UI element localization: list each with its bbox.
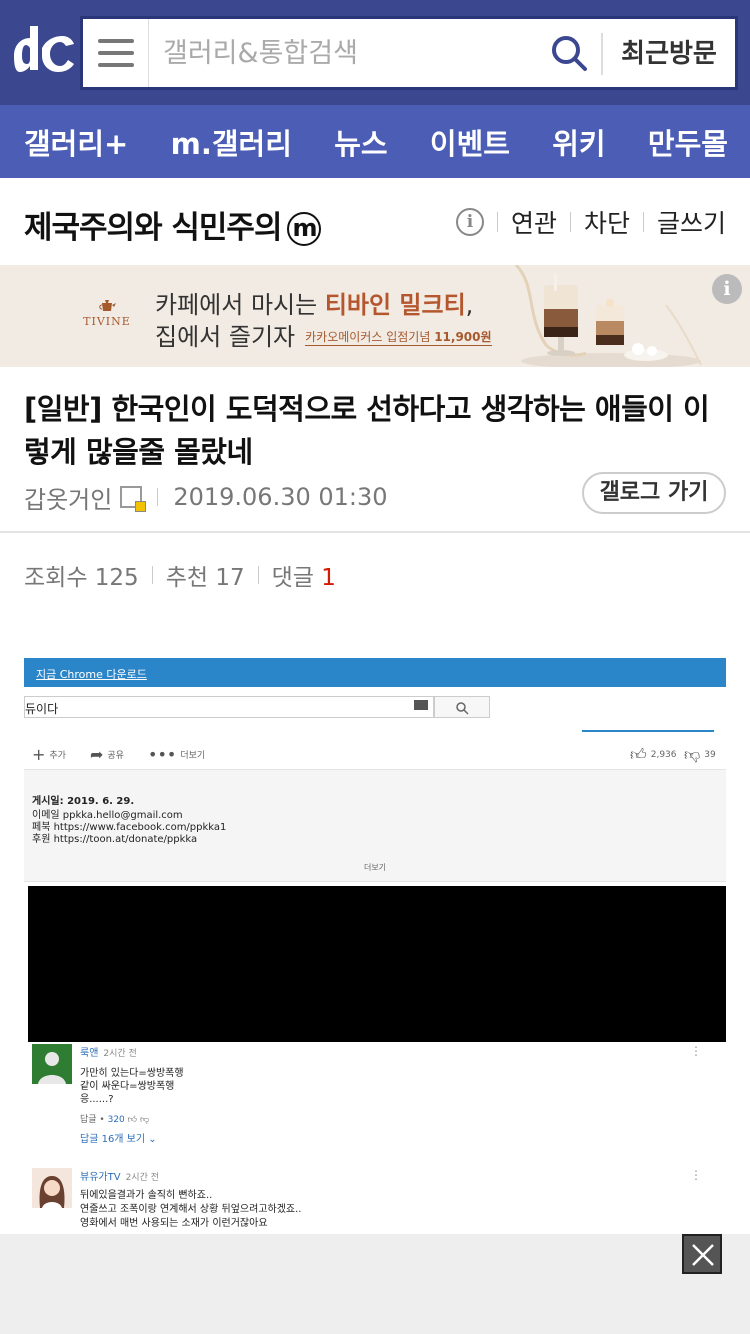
comment-author: 룩앤 2시간 전 bbox=[80, 1048, 137, 1059]
more-vert-icon: ⋮ bbox=[690, 1168, 702, 1182]
search-box: 최근방문 bbox=[80, 16, 738, 90]
description-more: 더보기 bbox=[363, 863, 387, 872]
close-icon[interactable] bbox=[682, 1234, 722, 1274]
donate-line: 후원 https://toon.at/donate/ppkka bbox=[32, 834, 198, 845]
post-image: 지금 Chrome 다운로드 듀이다 + 추가 ➦ 공유 ••• 더보기 👍︎ 2,93… bbox=[24, 658, 726, 1234]
gallery-header: 제국주의와 식민주의 m i 연관 차단 글쓰기 bbox=[0, 178, 750, 266]
post-title: [일반] 한국인이 도덕적으로 선하다고 생각하는 애들이 이렇게 많을줄 몰랐… bbox=[24, 392, 710, 469]
search-icon bbox=[456, 702, 469, 715]
top-bar: 최근방문 bbox=[0, 0, 750, 105]
embedded-search-field: 듀이다 bbox=[24, 696, 434, 718]
divider bbox=[157, 488, 159, 506]
main-nav: 갤러리+ m.갤러리 뉴스 이벤트 위키 만두몰 bbox=[0, 105, 750, 178]
like-count: 👍︎ 2,936 bbox=[630, 745, 677, 764]
avatar bbox=[32, 1044, 72, 1084]
info-icon[interactable]: i bbox=[455, 208, 484, 236]
post-meta: 갑옷거인 2019.06.30 01:30 bbox=[24, 480, 388, 514]
ad-subline: 집에서 즐기자 카카오메이커스 입점기념 11,900원 bbox=[155, 323, 492, 351]
view-count: 조회수 125 bbox=[24, 565, 139, 591]
minor-gallery-badge: m bbox=[287, 212, 322, 246]
avatar bbox=[32, 1168, 72, 1208]
embedded-search-button bbox=[434, 696, 490, 718]
divider bbox=[257, 566, 259, 584]
menu-icon[interactable] bbox=[83, 19, 149, 87]
divider bbox=[151, 566, 153, 584]
nav-news[interactable]: 뉴스 bbox=[334, 121, 387, 163]
posted-date: 게시일: 2019. 6. 29. bbox=[32, 796, 135, 807]
post-date: 2019.06.30 01:30 bbox=[173, 483, 388, 511]
divider bbox=[569, 212, 571, 232]
divider bbox=[496, 212, 498, 232]
comment-count[interactable]: 댓글 1 bbox=[272, 558, 336, 592]
ad-info-icon[interactable]: i bbox=[712, 274, 742, 304]
write-link[interactable]: 글쓰기 bbox=[657, 204, 726, 240]
search-input[interactable] bbox=[163, 33, 543, 73]
comment-author: 뷰유가TV 2시간 전 bbox=[80, 1172, 159, 1183]
divider bbox=[642, 212, 644, 232]
nav-mandumall[interactable]: 만두몰 bbox=[648, 121, 728, 163]
share-icon: ➦ bbox=[90, 745, 104, 764]
thumb-down-icon: 👎︎ bbox=[684, 745, 701, 764]
more-vert-icon: ⋮ bbox=[690, 1044, 702, 1058]
fixed-nick-icon bbox=[120, 486, 147, 512]
bottom-ad-area[interactable] bbox=[0, 1234, 750, 1334]
ad-headline: 카페에서 마시는 티바인 밀크티, bbox=[155, 291, 474, 319]
header-divider bbox=[0, 531, 750, 533]
thumb-icons: 👍︎ 👎︎ bbox=[127, 1115, 150, 1125]
plus-icon: + bbox=[32, 745, 46, 764]
more-icon: ••• bbox=[148, 745, 177, 764]
gallery-title-text: 제국주의와 식민주의 bbox=[24, 210, 282, 246]
recent-visit-button[interactable]: 최근방문 bbox=[601, 33, 735, 75]
author-name[interactable]: 갑옷거인 bbox=[24, 480, 112, 515]
milk-tea-image bbox=[514, 265, 702, 367]
chrome-download-bar: 지금 Chrome 다운로드 bbox=[24, 658, 726, 687]
video-actions: + 추가 ➦ 공유 ••• 더보기 👍︎ 2,936 👎︎ 39 bbox=[24, 738, 726, 770]
share-action: ➦ 공유 bbox=[90, 745, 124, 764]
rating-bar bbox=[582, 730, 714, 732]
nav-gallery-plus[interactable]: 갤러리+ bbox=[24, 121, 128, 163]
gallery-actions: i 연관 차단 글쓰기 bbox=[455, 204, 726, 240]
thumb-up-icon: 👍︎ bbox=[630, 745, 647, 764]
comment-meta: 답글 • 320 👍︎ 👎︎ bbox=[80, 1115, 150, 1125]
keyboard-icon bbox=[414, 700, 428, 710]
related-link[interactable]: 연관 bbox=[511, 204, 557, 240]
gallery-title[interactable]: 제국주의와 식민주의 m bbox=[24, 202, 322, 247]
ad-brand-name: TIVINE bbox=[83, 315, 131, 328]
redacted-video bbox=[28, 886, 726, 1042]
video-description: 게시일: 2019. 6. 29. 이메일 ppkka.hello@gmail.… bbox=[24, 770, 726, 882]
gallog-button[interactable]: 갤로그 가기 bbox=[582, 472, 726, 514]
search-icon[interactable] bbox=[549, 33, 593, 77]
teapot-icon bbox=[99, 300, 116, 311]
nav-m-gallery[interactable]: m.갤러리 bbox=[171, 121, 292, 163]
nav-event[interactable]: 이벤트 bbox=[430, 121, 510, 163]
nav-wiki[interactable]: 위키 bbox=[552, 121, 605, 163]
ad-banner[interactable]: TIVINE 카페에서 마시는 티바인 밀크티, 집에서 즐기자 카카오메이커스 … bbox=[0, 265, 750, 367]
recommend-count: 추천 17 bbox=[165, 565, 245, 591]
add-action: + 추가 bbox=[32, 745, 66, 764]
more-action: ••• 더보기 bbox=[148, 745, 206, 764]
ad-promo: 카카오메이커스 입점기념 11,900원 bbox=[305, 330, 492, 346]
block-link[interactable]: 차단 bbox=[584, 204, 630, 240]
post-stats: 조회수 125 추천 17 댓글 1 bbox=[24, 558, 336, 592]
dc-logo-icon[interactable] bbox=[10, 26, 76, 78]
view-replies: 답글 16개 보기 ⌄ bbox=[80, 1134, 157, 1145]
ad-brand-logo: TIVINE bbox=[82, 297, 132, 328]
chrome-download-link: 지금 Chrome 다운로드 bbox=[36, 668, 147, 681]
dislike-count: 👎︎ 39 bbox=[684, 745, 716, 764]
